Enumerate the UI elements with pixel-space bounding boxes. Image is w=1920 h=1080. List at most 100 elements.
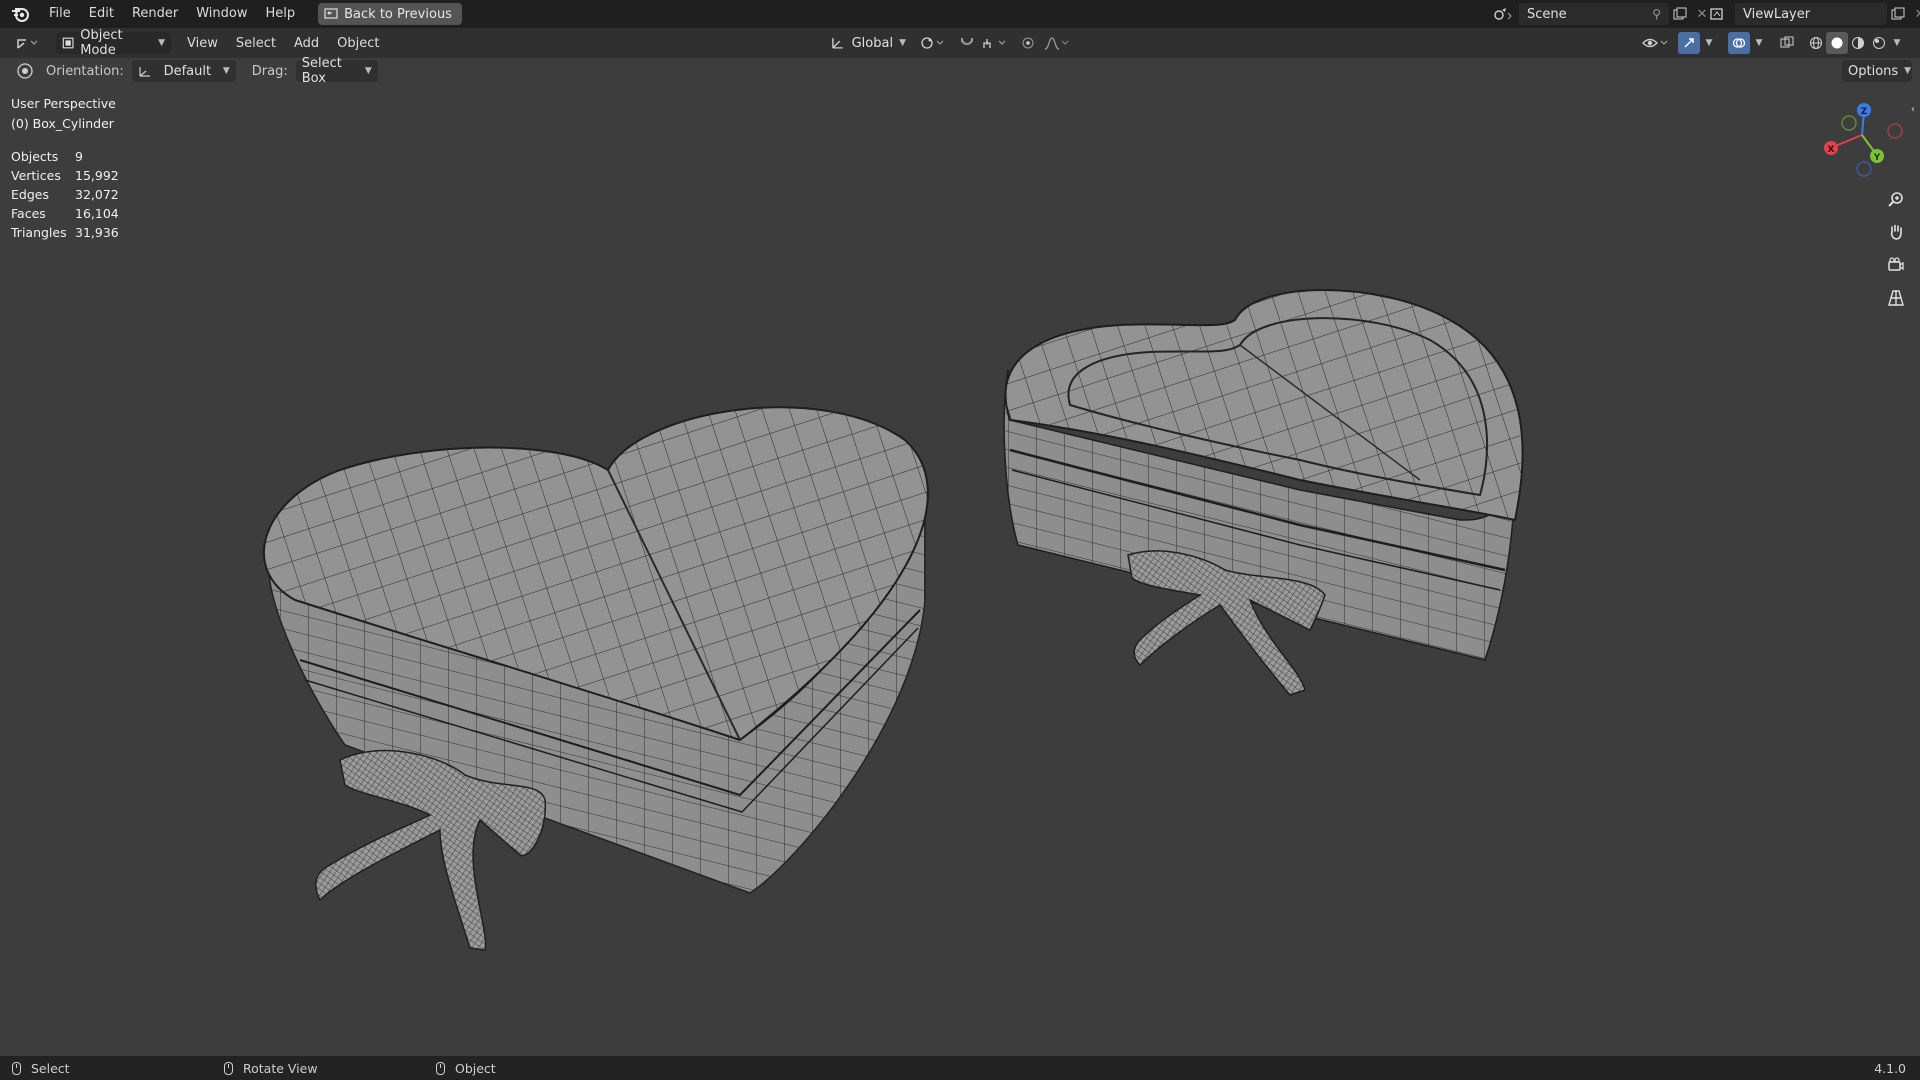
- gizmo-x-label: X: [1828, 145, 1835, 155]
- view-layer-icon[interactable]: [1705, 3, 1735, 25]
- heart-box-right[interactable]: [1003, 289, 1524, 696]
- new-scene-icon[interactable]: [1669, 3, 1691, 25]
- stat-row: Edges 32,072: [11, 185, 135, 204]
- material-shading-icon[interactable]: [1847, 32, 1869, 54]
- solid-shading-icon[interactable]: [1826, 32, 1848, 54]
- back-button-label: Back to Previous: [344, 6, 452, 22]
- orientation-dropdown[interactable]: Default ▼: [131, 60, 236, 82]
- drag-label: Drag:: [251, 63, 288, 79]
- stat-label: Triangles: [11, 225, 67, 240]
- chevron-left-icon[interactable]: ‹: [1911, 104, 1915, 115]
- view-layer-name: ViewLayer: [1743, 6, 1811, 22]
- chevron-down-icon: ▼: [158, 38, 165, 48]
- chevron-down-icon: ▼: [899, 38, 906, 48]
- status-object-label: Object: [455, 1060, 496, 1076]
- new-view-layer-icon[interactable]: [1887, 3, 1909, 25]
- scene-name: Scene: [1527, 6, 1567, 22]
- view-perspective-label: User Perspective: [11, 96, 116, 111]
- status-rotate-hint: Rotate View: [224, 1061, 318, 1076]
- drag-dropdown[interactable]: Select Box ▼: [295, 56, 378, 86]
- chevron-down-icon[interactable]: ▼: [1702, 32, 1716, 54]
- scene-type-icon[interactable]: [1487, 3, 1519, 25]
- menu-render[interactable]: Render: [123, 0, 187, 28]
- header-menu-select[interactable]: Select: [228, 36, 284, 51]
- xray-toggle-icon[interactable]: [1776, 32, 1798, 54]
- orientation-label: Orientation:: [46, 63, 124, 79]
- proportional-editing-icon[interactable]: [1017, 32, 1039, 54]
- mode-label: Object Mode: [80, 28, 123, 58]
- header-menu-view[interactable]: View: [179, 36, 226, 51]
- gizmo-toggle-icon[interactable]: [1678, 32, 1700, 54]
- visibility-eye-icon[interactable]: [1640, 32, 1672, 54]
- version-label: 4.1.0: [1874, 1060, 1906, 1076]
- menu-help[interactable]: Help: [257, 0, 305, 28]
- menu-edit[interactable]: Edit: [80, 0, 123, 28]
- tool-settings-bar: Orientation: Default ▼ Drag: Select Box …: [0, 56, 1920, 86]
- orientation-global-label: Global: [851, 35, 894, 51]
- mouse-middle-icon: [224, 1061, 233, 1075]
- delete-view-layer-icon[interactable]: ✕: [1909, 3, 1920, 25]
- editor-type-icon[interactable]: [12, 32, 42, 54]
- snap-target-icon[interactable]: [980, 32, 1012, 54]
- chevron-down-icon: ▼: [1904, 66, 1912, 76]
- header-menu-object[interactable]: Object: [329, 36, 387, 51]
- view-layer-field[interactable]: ViewLayer: [1735, 3, 1887, 25]
- stat-value: 9: [75, 149, 83, 164]
- options-dropdown[interactable]: Options ▼: [1842, 60, 1912, 82]
- top-bar: File Edit Render Window Help Back to Pre…: [0, 0, 1920, 28]
- overlays-toggle-icon[interactable]: [1728, 32, 1750, 54]
- status-object-hint: Object: [436, 1061, 496, 1076]
- status-rotate-label: Rotate View: [243, 1060, 318, 1076]
- scene-name-field[interactable]: Scene ⚲: [1519, 3, 1669, 25]
- select-tool-icon[interactable]: [14, 60, 36, 82]
- stat-row: Objects 9: [11, 147, 135, 166]
- stat-value: 15,992: [75, 168, 119, 183]
- navigation-gizmo[interactable]: Z X Y: [1824, 103, 1903, 177]
- ortho-grid-icon[interactable]: [1882, 284, 1910, 312]
- snap-magnet-icon[interactable]: [956, 32, 978, 54]
- chevron-down-icon[interactable]: ▼: [1752, 32, 1766, 54]
- 3d-viewport[interactable]: Z X Y: [0, 84, 1920, 1056]
- options-label: Options: [1848, 63, 1899, 79]
- stat-value: 16,104: [75, 206, 119, 221]
- stat-row: Faces 16,104: [11, 204, 135, 223]
- stat-label: Edges: [11, 187, 49, 202]
- blender-logo-icon[interactable]: [0, 0, 40, 28]
- stat-label: Vertices: [11, 168, 61, 183]
- stat-value: 31,936: [75, 225, 119, 240]
- chevron-down-icon: ▼: [364, 66, 372, 76]
- hand-pan-icon[interactable]: [1882, 218, 1910, 246]
- axes-icon: [139, 67, 150, 77]
- header-menu-add[interactable]: Add: [286, 36, 327, 51]
- scene-selector: Scene ⚲ ✕: [1487, 3, 1713, 25]
- gizmo-z-label: Z: [1861, 107, 1868, 117]
- heart-box-left[interactable]: [263, 406, 929, 951]
- transform-orientation-dropdown[interactable]: Global ▼: [824, 32, 912, 54]
- pivot-point-icon[interactable]: [918, 32, 948, 54]
- falloff-curve-icon[interactable]: [1041, 32, 1073, 54]
- pin-icon[interactable]: ⚲: [1652, 7, 1661, 21]
- gizmo-y-label: Y: [1873, 153, 1881, 163]
- menu-window[interactable]: Window: [187, 0, 256, 28]
- mode-dropdown[interactable]: Object Mode ▼: [56, 28, 171, 58]
- axes-icon: [832, 38, 843, 49]
- drag-value: Select Box: [301, 56, 342, 86]
- menu-file[interactable]: File: [40, 0, 80, 28]
- status-select-label: Select: [31, 1060, 70, 1076]
- status-bar: Select Rotate View Object 4.1.0: [0, 1056, 1920, 1080]
- zoom-icon[interactable]: [1882, 185, 1910, 213]
- back-to-previous-button[interactable]: Back to Previous: [318, 3, 462, 25]
- mouse-right-icon: [436, 1061, 445, 1075]
- wireframe-shading-icon[interactable]: [1805, 32, 1827, 54]
- view-layer-selector: ViewLayer ✕: [1705, 3, 1920, 25]
- stat-row: Vertices 15,992: [11, 166, 135, 185]
- mouse-left-icon: [12, 1061, 21, 1075]
- stat-label: Faces: [11, 206, 46, 221]
- status-select-hint: Select: [12, 1061, 70, 1076]
- back-screen-icon: [324, 8, 338, 19]
- stat-value: 32,072: [75, 187, 119, 202]
- chevron-down-icon[interactable]: ▼: [1890, 32, 1904, 54]
- chevron-down-icon: ▼: [222, 66, 230, 76]
- camera-icon[interactable]: [1882, 251, 1910, 279]
- rendered-shading-icon[interactable]: [1868, 32, 1890, 54]
